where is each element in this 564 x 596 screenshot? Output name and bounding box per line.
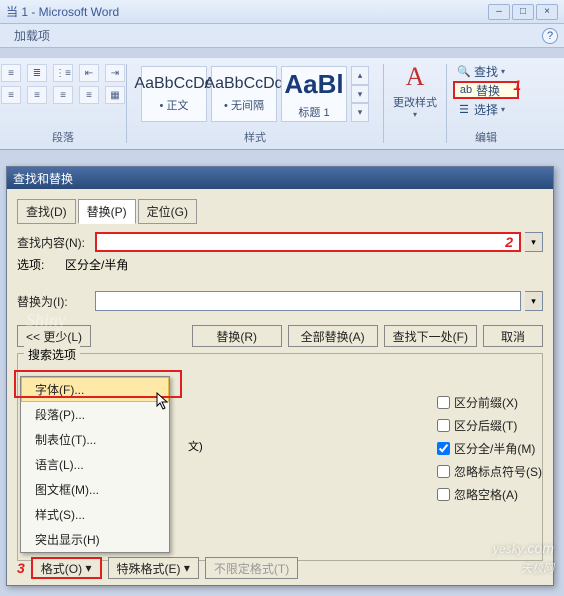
replace-input[interactable] (95, 291, 521, 311)
replace-all-button[interactable]: 全部替换(A) (288, 325, 378, 347)
dialog-tabs: 查找(D) 替换(P) 定位(G) (17, 199, 543, 224)
search-checkboxes: 区分前缀(X) 区分后缀(T) 区分全/半角(M) 忽略标点符号(S) 忽略空格… (437, 394, 542, 503)
menu-language[interactable]: 语言(L)... (21, 452, 169, 477)
check-suffix[interactable]: 区分后缀(T) (437, 417, 542, 434)
group-paragraph-label: 段落 (6, 129, 120, 147)
paragraph-icons: ≡ ≣ ⋮≡ ⇤ ⇥ ≡ ≡ ≡ ≡ ▦ (1, 62, 125, 104)
check-space[interactable]: 忽略空格(A) (437, 486, 542, 503)
tab-replace[interactable]: 替换(P) (78, 199, 136, 224)
find-next-button[interactable]: 查找下一处(F) (384, 325, 477, 347)
check-fullhalf[interactable]: 区分全/半角(M) (437, 440, 542, 457)
numlist-icon[interactable]: ≣ (27, 64, 47, 82)
indent-inc-icon[interactable]: ⇥ (105, 64, 125, 82)
style-gallery: AaBbCcDd • 正文 AaBbCcDd • 无间隔 AaBl 标题 1 ▴… (137, 62, 373, 126)
check-prefix[interactable]: 区分前缀(X) (437, 394, 542, 411)
style-normal[interactable]: AaBbCcDd • 正文 (141, 66, 207, 122)
chevron-down-icon: ▾ (85, 561, 91, 575)
replace-row: 替换为(I): ▾ (17, 291, 543, 311)
change-style-icon: A (406, 62, 425, 92)
chevron-down-icon: ▾ (413, 110, 417, 119)
style-up-icon[interactable]: ▴ (351, 66, 369, 85)
find-label: 查找内容(N): (17, 234, 91, 251)
dialog-title: 查找和替换 (7, 167, 553, 189)
list-icon[interactable]: ≡ (1, 64, 21, 82)
chevron-down-icon: ▾ (501, 105, 505, 114)
window-titlebar: 当 1 - Microsoft Word – □ × (0, 0, 564, 24)
options-label: 选项: (17, 256, 65, 273)
select-button[interactable]: ☰ 选择 ▾ (453, 100, 519, 118)
find-input[interactable]: 2 (95, 232, 521, 252)
cancel-button[interactable]: 取消 (483, 325, 543, 347)
help-icon[interactable]: ? (542, 28, 558, 44)
style-down-icon[interactable]: ▾ (351, 85, 369, 104)
lang-suffix: 文) (188, 438, 203, 454)
noformat-button[interactable]: 不限定格式(T) (205, 557, 298, 579)
window-title: 当 1 - Microsoft Word (6, 3, 488, 20)
multilist-icon[interactable]: ⋮≡ (53, 64, 73, 82)
annotation-3: 3 (17, 560, 25, 576)
annotation-2: 2 (505, 234, 513, 250)
menu-font[interactable]: 字体(F)... (21, 377, 169, 402)
replace-icon: ab (459, 84, 473, 96)
menu-tabs[interactable]: 制表位(T)... (21, 427, 169, 452)
find-button[interactable]: 🔍 查找 ▾ (453, 62, 519, 80)
find-dropdown[interactable]: ▾ (525, 232, 543, 252)
format-button[interactable]: 格式(O) ▾ (31, 557, 102, 579)
shading-icon[interactable]: ▦ (105, 86, 125, 104)
tab-find[interactable]: 查找(D) (17, 199, 76, 224)
options-value: 区分全/半角 (65, 256, 128, 273)
minimize-button[interactable]: – (488, 4, 510, 20)
window-buttons: – □ × (488, 4, 558, 20)
align-left-icon[interactable]: ≡ (1, 86, 21, 104)
group-change-style: A 更改样式 ▾ (384, 58, 446, 149)
special-button[interactable]: 特殊格式(E) ▾ (108, 557, 199, 579)
select-icon: ☰ (457, 103, 471, 116)
change-style-button[interactable]: A 更改样式 ▾ (391, 62, 439, 118)
maximize-button[interactable]: □ (512, 4, 534, 20)
replace-one-button[interactable]: 替换(R) (192, 325, 282, 347)
menu-highlight[interactable]: 突出显示(H) (21, 527, 169, 552)
close-button[interactable]: × (536, 4, 558, 20)
format-menu: 字体(F)... 段落(P)... 制表位(T)... 语言(L)... 图文框… (20, 376, 170, 553)
annotation-1: 1 (513, 77, 521, 93)
group-styles-label: 样式 (133, 129, 377, 147)
style-heading1[interactable]: AaBl 标题 1 (281, 66, 347, 122)
style-more[interactable]: ▴ ▾ ▾ (351, 66, 369, 122)
dialog-buttons: << 更少(L) 替换(R) 全部替换(A) 查找下一处(F) 取消 (17, 325, 543, 347)
find-icon: 🔍 (457, 65, 471, 78)
menu-paragraph[interactable]: 段落(P)... (21, 402, 169, 427)
group-paragraph: ≡ ≣ ⋮≡ ⇤ ⇥ ≡ ≡ ≡ ≡ ▦ 段落 (0, 58, 126, 149)
group-edit: 🔍 查找 ▾ ab 替换 ☰ 选择 ▾ 编辑 1 (447, 58, 525, 149)
replace-button[interactable]: ab 替换 (453, 81, 519, 99)
menu-style[interactable]: 样式(S)... (21, 502, 169, 527)
chevron-down-icon: ▾ (184, 561, 190, 575)
find-row: 查找内容(N): 2 ▾ (17, 232, 543, 252)
style-expand-icon[interactable]: ▾ (351, 103, 369, 122)
replace-label: 替换为(I): (17, 293, 91, 310)
ribbon: ≡ ≣ ⋮≡ ⇤ ⇥ ≡ ≡ ≡ ≡ ▦ 段落 AaBbCcDd • 正文 (0, 58, 564, 150)
group-edit-label: 编辑 (453, 129, 519, 147)
tab-goto[interactable]: 定位(G) (138, 199, 197, 224)
menu-frame[interactable]: 图文框(M)... (21, 477, 169, 502)
indent-dec-icon[interactable]: ⇤ (79, 64, 99, 82)
watermark-shiny: Shiny (26, 310, 66, 331)
replace-dropdown[interactable]: ▾ (525, 291, 543, 311)
align-justify-icon[interactable]: ≡ (79, 86, 99, 104)
align-right-icon[interactable]: ≡ (53, 86, 73, 104)
align-center-icon[interactable]: ≡ (27, 86, 47, 104)
style-nospacing[interactable]: AaBbCcDd • 无间隔 (211, 66, 277, 122)
chevron-down-icon: ▾ (501, 67, 505, 76)
ribbon-tabs: 加载项 (0, 24, 564, 48)
group-styles: AaBbCcDd • 正文 AaBbCcDd • 无间隔 AaBl 标题 1 ▴… (127, 58, 383, 149)
bottom-buttons: 3 格式(O) ▾ 特殊格式(E) ▾ 不限定格式(T) (17, 557, 298, 579)
tab-addins[interactable]: 加载项 (4, 25, 60, 46)
check-punct[interactable]: 忽略标点符号(S) (437, 463, 542, 480)
search-options-legend: 搜索选项 (24, 346, 80, 363)
